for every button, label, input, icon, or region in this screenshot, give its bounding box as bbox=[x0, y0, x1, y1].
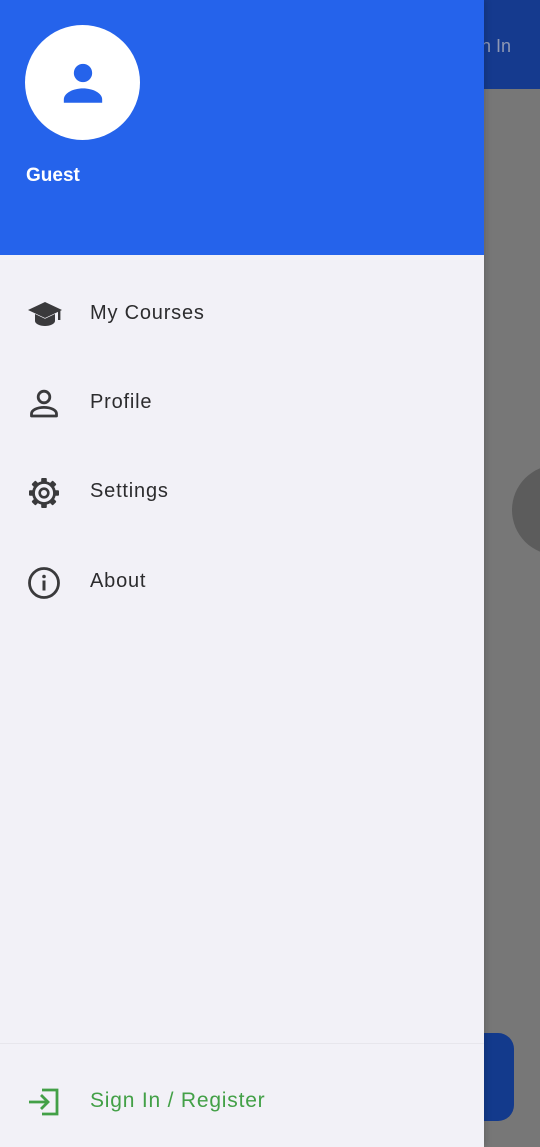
menu-item-label: About bbox=[90, 570, 147, 592]
avatar[interactable] bbox=[25, 25, 140, 140]
screen: Sign In Guest My Courses bbox=[0, 0, 540, 1147]
info-icon bbox=[26, 565, 62, 601]
person-icon bbox=[63, 63, 103, 103]
drawer-divider bbox=[0, 1043, 484, 1044]
menu-item-my-courses[interactable]: My Courses bbox=[0, 281, 484, 345]
sign-in-register-button[interactable]: Sign In / Register bbox=[0, 1070, 484, 1134]
menu-item-label: Settings bbox=[90, 480, 169, 502]
graduation-cap-icon bbox=[26, 297, 62, 333]
gear-icon bbox=[26, 475, 62, 511]
person-outline-icon bbox=[26, 386, 62, 422]
user-name: Guest bbox=[26, 165, 80, 186]
menu-item-profile[interactable]: Profile bbox=[0, 370, 484, 434]
sign-in-register-label: Sign In / Register bbox=[90, 1089, 266, 1112]
menu-item-label: Profile bbox=[90, 391, 153, 413]
menu-item-label: My Courses bbox=[90, 302, 205, 324]
login-icon bbox=[26, 1084, 62, 1120]
navigation-drawer: Guest My Courses Profile Settings About … bbox=[0, 0, 484, 1147]
menu-item-about[interactable]: About bbox=[0, 549, 484, 613]
drawer-header: Guest bbox=[0, 0, 484, 255]
menu-item-settings[interactable]: Settings bbox=[0, 459, 484, 523]
